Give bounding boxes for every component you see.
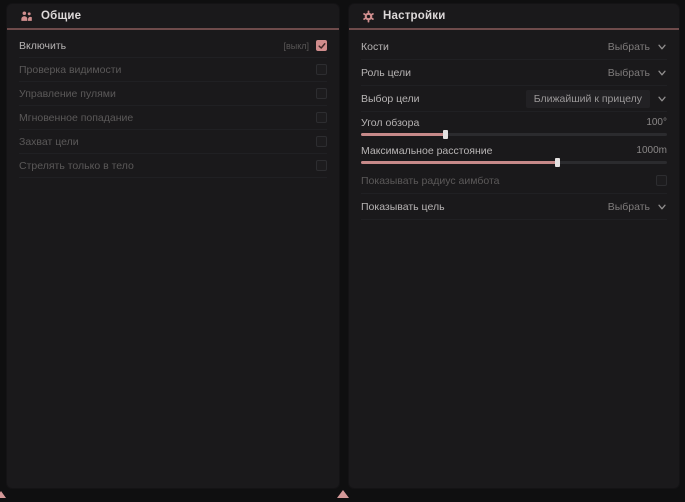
enable-checkbox[interactable] [316,40,327,51]
row-max-distance: Максимальное расстояние 1000m [361,140,667,168]
fov-slider-fill [361,133,445,136]
show-aimbot-radius-checkbox[interactable] [656,175,667,186]
fov-header: Угол обзора 100° [361,117,667,129]
row-label: Захват цели [19,136,79,148]
target-role-select-value[interactable]: Выбрать [608,67,650,79]
row-label: Показывать радиус аимбота [361,175,500,187]
target-lock-checkbox[interactable] [316,136,327,147]
fov-slider-thumb[interactable] [443,130,448,139]
target-selection-select-value[interactable]: Ближайший к прицелу [526,90,650,108]
general-rows: Включить [выкл] Проверка видимости Управлен… [7,30,339,178]
target-selection-controls: Ближайший к прицелу [526,90,667,108]
show-aimbot-radius-controls [656,175,667,186]
shoot-body-only-checkbox[interactable] [316,160,327,171]
instant-hit-checkbox[interactable] [316,112,327,123]
bones-controls: Выбрать [608,41,667,53]
visibility-check-controls [316,64,327,75]
show-target-select-value[interactable]: Выбрать [608,201,650,213]
fov-value: 100° [646,117,667,128]
row-enable: Включить [выкл] [19,34,327,58]
row-target-lock: Захват цели [19,130,327,154]
row-label: Проверка видимости [19,64,121,76]
max-distance-slider-fill [361,161,557,164]
scroll-up-icon[interactable] [337,490,349,498]
row-shoot-body-only: Стрелять только в тело [19,154,327,178]
panel-general-title: Общие [41,10,81,22]
chevron-down-icon[interactable] [657,202,667,212]
bullet-control-controls [316,88,327,99]
enable-keybind[interactable]: [выкл] [283,41,309,51]
shoot-body-only-controls [316,160,327,171]
row-label: Выбор цели [361,93,420,105]
panel-general: Общие Включить [выкл] Проверка видимости Уп… [7,4,339,488]
show-target-controls: Выбрать [608,201,667,213]
row-label: Угол обзора [361,117,419,129]
chevron-down-icon[interactable] [657,94,667,104]
gear-icon [362,10,375,23]
row-show-target: Показывать цель Выбрать [361,194,667,220]
row-fov: Угол обзора 100° [361,112,667,140]
panel-settings-header[interactable]: Настройки [349,4,679,28]
people-icon [20,10,33,23]
row-instant-hit: Мгновенное попадание [19,106,327,130]
bones-select-value[interactable]: Выбрать [608,41,650,53]
visibility-check-checkbox[interactable] [316,64,327,75]
panel-general-header[interactable]: Общие [7,4,339,28]
row-label: Включить [19,40,66,52]
chevron-down-icon[interactable] [657,68,667,78]
max-distance-slider-thumb[interactable] [555,158,560,167]
row-target-role: Роль цели Выбрать [361,60,667,86]
instant-hit-controls [316,112,327,123]
row-label: Максимальное расстояние [361,145,492,157]
enable-controls: [выкл] [283,40,327,51]
row-visibility-check: Проверка видимости [19,58,327,82]
row-target-selection: Выбор цели Ближайший к прицелу [361,86,667,112]
fov-slider[interactable] [361,133,667,136]
row-label: Кости [361,41,389,53]
row-label: Роль цели [361,67,411,79]
row-label: Управление пулями [19,88,116,100]
bullet-control-checkbox[interactable] [316,88,327,99]
row-bullet-control: Управление пулями [19,82,327,106]
row-label: Мгновенное попадание [19,112,133,124]
max-distance-slider[interactable] [361,161,667,164]
max-distance-value: 1000m [636,145,667,156]
row-bones: Кости Выбрать [361,34,667,60]
row-label: Показывать цель [361,201,445,213]
panel-settings: Настройки Кости Выбрать Роль цели Выбрать Вы… [349,4,679,488]
target-role-controls: Выбрать [608,67,667,79]
settings-rows: Кости Выбрать Роль цели Выбрать Выбор цели Бл… [349,30,679,220]
max-distance-header: Максимальное расстояние 1000m [361,145,667,157]
row-label: Стрелять только в тело [19,160,134,172]
row-show-aimbot-radius: Показывать радиус аимбота [361,168,667,194]
target-lock-controls [316,136,327,147]
corner-triangle-icon [0,491,6,498]
panel-settings-title: Настройки [383,10,445,22]
chevron-down-icon[interactable] [657,42,667,52]
